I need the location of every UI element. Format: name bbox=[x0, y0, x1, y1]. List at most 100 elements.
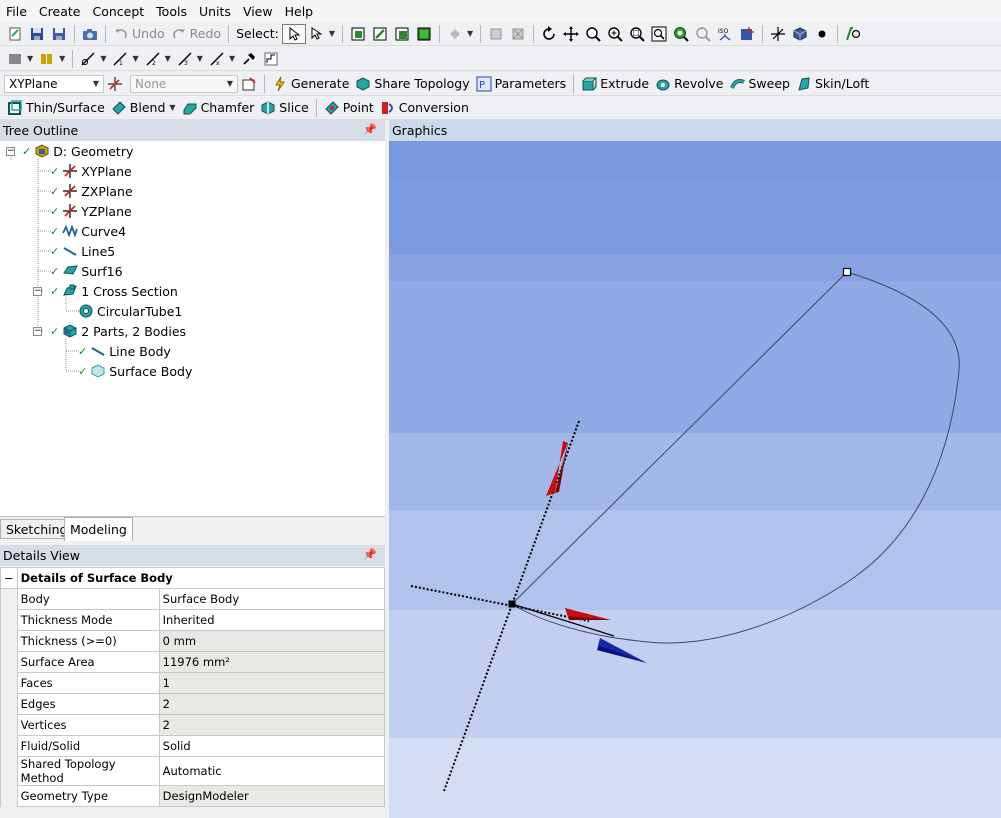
collapse-toggle[interactable]: − bbox=[33, 287, 42, 296]
display-model-button[interactable] bbox=[789, 24, 811, 44]
screenshot-button[interactable] bbox=[79, 24, 101, 44]
select-edges-button[interactable] bbox=[369, 24, 391, 44]
parameters-button[interactable]: P Parameters bbox=[473, 74, 570, 94]
tree-node-geometry[interactable]: ✓ D: Geometry bbox=[22, 141, 133, 161]
features-toolbar: XYPlane ▼ None ▼ Generate Share Topology P… bbox=[0, 72, 1001, 96]
select-faces-button[interactable] bbox=[391, 24, 413, 44]
point-button[interactable]: Point bbox=[321, 98, 377, 118]
surface-icon bbox=[62, 263, 79, 279]
menu-view[interactable]: View bbox=[237, 4, 279, 19]
select-mode-button[interactable] bbox=[281, 23, 306, 44]
details-value[interactable]: Inherited bbox=[158, 609, 386, 631]
menu-help[interactable]: Help bbox=[279, 4, 320, 19]
tree-node-parts[interactable]: ✓ 2 Parts, 2 Bodies bbox=[50, 321, 186, 341]
generate-button[interactable]: Generate bbox=[269, 74, 352, 94]
select-bodies-button[interactable] bbox=[413, 24, 435, 44]
extend-selection-icon bbox=[447, 26, 463, 42]
conversion-button[interactable]: Conversion bbox=[377, 98, 472, 118]
tree-node-surface-body[interactable]: ✓ Surface Body bbox=[78, 361, 192, 381]
zoom-fit-button[interactable] bbox=[670, 24, 692, 44]
display-mode-dropdown[interactable]: ▼ bbox=[4, 49, 36, 69]
menu-tools[interactable]: Tools bbox=[150, 4, 193, 19]
zoom-window-button[interactable] bbox=[648, 24, 670, 44]
edge-label-dropdown-1[interactable]: ▼ bbox=[77, 49, 109, 69]
tree-node-label: 2 Parts, 2 Bodies bbox=[81, 323, 187, 339]
look-at-button[interactable] bbox=[736, 24, 758, 44]
tree-node-line-body[interactable]: ✓ Line Body bbox=[78, 341, 171, 361]
tree-node-yzplane[interactable]: ✓ YZPlane bbox=[50, 201, 132, 221]
blend-dropdown[interactable]: Blend ▼ bbox=[108, 98, 179, 118]
redo-icon bbox=[171, 26, 187, 42]
display-points-button[interactable] bbox=[811, 24, 833, 44]
edge-label-icon: 2 bbox=[145, 51, 161, 67]
menu-concept[interactable]: Concept bbox=[86, 4, 150, 19]
tree-node-curve4[interactable]: ✓ Curve4 bbox=[50, 221, 126, 241]
random-colors-button[interactable] bbox=[842, 24, 864, 44]
pin-view-button[interactable] bbox=[238, 49, 260, 69]
zoom-fit-icon bbox=[673, 26, 689, 42]
new-plane-button[interactable] bbox=[104, 74, 126, 94]
zoom-button[interactable] bbox=[582, 24, 604, 44]
selection-filter-dropdown[interactable]: ▼ bbox=[306, 24, 338, 44]
chamfer-button[interactable]: Chamfer bbox=[179, 98, 258, 118]
model-view bbox=[410, 267, 960, 792]
edge-coloring-dropdown[interactable]: ▼ bbox=[36, 49, 68, 69]
details-value[interactable]: Surface Body bbox=[158, 588, 386, 610]
undo-button[interactable]: Undo bbox=[110, 24, 168, 44]
collapse-toggle[interactable]: − bbox=[33, 327, 42, 336]
edge-label-dropdown-2[interactable]: 1 ▼ bbox=[109, 49, 141, 69]
sweep-button[interactable]: Sweep bbox=[727, 74, 793, 94]
tab-sketching[interactable]: Sketching bbox=[0, 519, 74, 539]
tree-node-surf16[interactable]: ✓ Surf16 bbox=[50, 261, 123, 281]
tree-node-label: D: Geometry bbox=[53, 143, 134, 159]
tree-node-line5[interactable]: ✓ Line5 bbox=[50, 241, 115, 261]
graphics-viewport[interactable] bbox=[389, 141, 1001, 818]
select-points-button[interactable] bbox=[347, 24, 369, 44]
collapse-toggle[interactable]: − bbox=[0, 567, 18, 589]
pin-icon[interactable]: 📌 bbox=[363, 123, 377, 136]
tree-node-xyplane[interactable]: ✓ XYPlane bbox=[50, 161, 132, 181]
box-zoom-button[interactable] bbox=[626, 24, 648, 44]
point-feature-icon bbox=[324, 100, 340, 116]
share-topology-button[interactable]: Share Topology bbox=[352, 74, 472, 94]
new-button[interactable] bbox=[4, 24, 26, 44]
collapse-toggle[interactable]: − bbox=[6, 147, 15, 156]
pin-icon[interactable]: 📌 bbox=[363, 548, 377, 561]
box-select-button[interactable] bbox=[485, 24, 507, 44]
menu-file[interactable]: File bbox=[0, 4, 33, 19]
details-key: Thickness (>=0) bbox=[16, 630, 160, 652]
extrude-button[interactable]: Extrude bbox=[578, 74, 652, 94]
tree-node-zxplane[interactable]: ✓ ZXPlane bbox=[50, 181, 133, 201]
pan-button[interactable] bbox=[560, 24, 582, 44]
sketch-select[interactable]: None ▼ bbox=[130, 74, 238, 93]
plane-select[interactable]: XYPlane ▼ bbox=[4, 74, 104, 93]
zoom-in-button[interactable] bbox=[604, 24, 626, 44]
tree-node-cross-section[interactable]: ✓ 1 Cross Section bbox=[50, 281, 178, 301]
menu-create[interactable]: Create bbox=[33, 4, 87, 19]
check-icon: ✓ bbox=[50, 244, 60, 258]
clear-selection-button[interactable] bbox=[507, 24, 529, 44]
save-all-button[interactable] bbox=[48, 24, 70, 44]
menu-units[interactable]: Units bbox=[193, 4, 237, 19]
edge-label-dropdown-3[interactable]: 2 ▼ bbox=[142, 49, 174, 69]
iso-view-button[interactable]: ISO bbox=[714, 24, 736, 44]
tab-modeling[interactable]: Modeling bbox=[64, 517, 133, 541]
rotate-button[interactable] bbox=[538, 24, 560, 44]
edge-label-dropdown-5[interactable]: x ▼ bbox=[206, 49, 238, 69]
slice-button[interactable]: Slice bbox=[257, 98, 311, 118]
save-button[interactable] bbox=[26, 24, 48, 44]
edge-label-dropdown-4[interactable]: 3 ▼ bbox=[174, 49, 206, 69]
skin-loft-button[interactable]: Skin/Loft bbox=[793, 74, 872, 94]
details-value[interactable]: Automatic bbox=[158, 756, 386, 786]
view-settings-button[interactable] bbox=[260, 49, 282, 69]
redo-button[interactable]: Redo bbox=[168, 24, 224, 44]
zoom-selection-button[interactable] bbox=[692, 24, 714, 44]
extend-selection-dropdown[interactable]: ▼ bbox=[444, 24, 476, 44]
details-value[interactable]: Solid bbox=[158, 735, 386, 757]
thin-surface-button[interactable]: Thin/Surface bbox=[4, 98, 108, 118]
new-sketch-button[interactable] bbox=[238, 74, 260, 94]
tree-node-circular-tube[interactable]: CircularTube1 bbox=[78, 301, 182, 321]
plane-icon bbox=[62, 183, 78, 199]
display-plane-button[interactable] bbox=[767, 24, 789, 44]
revolve-button[interactable]: Revolve bbox=[652, 74, 726, 94]
